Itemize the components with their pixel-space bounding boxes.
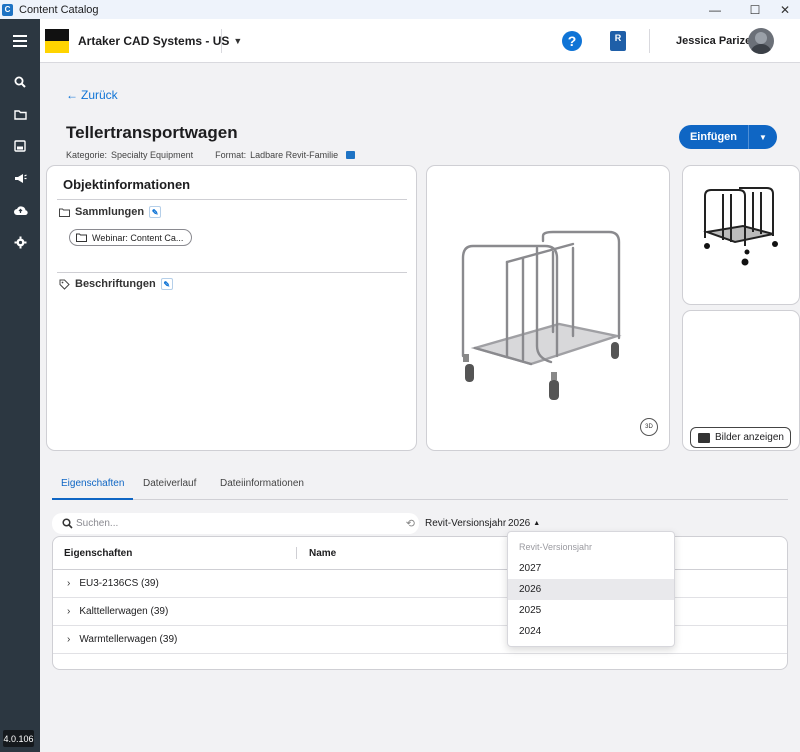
- company-name: Artaker CAD Systems - US: [78, 34, 230, 48]
- show-images-label: Bilder anzeigen: [715, 432, 784, 443]
- dropdown-option[interactable]: 2024: [508, 621, 674, 642]
- divider: [57, 199, 407, 200]
- folder-icon[interactable]: [6, 101, 34, 127]
- trolley-thumbnail: [703, 187, 778, 266]
- folder-icon: [76, 233, 87, 242]
- edit-collections-icon[interactable]: ✎: [149, 206, 162, 218]
- category-label: Kategorie:: [66, 150, 108, 160]
- app-icon: C: [2, 3, 13, 16]
- history-icon[interactable]: ⟲: [406, 517, 415, 530]
- collections-label: Sammlungen: [75, 206, 145, 218]
- save-icon[interactable]: [6, 133, 34, 159]
- insert-options-chevron-icon[interactable]: ▼: [749, 125, 777, 149]
- insert-button[interactable]: Einfügen: [679, 125, 749, 149]
- insert-button-group: Einfügen ▼: [679, 125, 777, 149]
- chevron-right-icon[interactable]: ›: [67, 606, 70, 617]
- edit-tags-icon[interactable]: ✎: [160, 278, 173, 290]
- search-box: ⟲: [52, 513, 419, 534]
- user-name[interactable]: Jessica Parizek: [676, 35, 757, 47]
- company-logo: [45, 29, 69, 53]
- version-badge: 4.0.106: [3, 730, 34, 747]
- revit-version-label: Revit-Versionsjahr: [425, 518, 507, 529]
- tab-file-information[interactable]: Dateiinformationen: [220, 478, 304, 489]
- item-meta: Kategorie: Specialty Equipment Format: L…: [66, 150, 356, 160]
- window-titlebar: C Content Catalog — ☐ ✕: [0, 0, 800, 19]
- 3d-view-icon[interactable]: 3D: [640, 418, 658, 436]
- table-row[interactable]: › EU3-2136CS (39): [53, 570, 787, 598]
- top-header: Artaker CAD Systems - US ▼ ? R Jessica P…: [40, 19, 800, 63]
- details-tabs: Eigenschaften Dateiverlauf Dateiinformat…: [52, 473, 788, 500]
- chevron-right-icon[interactable]: ›: [67, 578, 70, 589]
- header-divider: [221, 29, 222, 53]
- revit-version-value: 2026: [508, 518, 531, 529]
- arrow-left-icon: ←: [66, 88, 78, 102]
- search-input[interactable]: [76, 518, 386, 529]
- search-icon: [62, 518, 73, 529]
- format-value: Ladbare Revit-Familie: [250, 150, 339, 160]
- thumbnail-card[interactable]: [682, 165, 800, 305]
- active-tab-indicator: [52, 498, 133, 500]
- tab-properties[interactable]: Eigenschaften: [61, 478, 124, 489]
- object-info-heading: Objektinformationen: [63, 177, 191, 192]
- maximize-button[interactable]: ☐: [740, 0, 770, 19]
- revit-icon-letter: R: [614, 33, 622, 43]
- revit-version-select[interactable]: 2026 ▲: [508, 518, 540, 529]
- preview-3d-card[interactable]: [426, 165, 670, 451]
- caret-up-icon: ▲: [533, 520, 541, 527]
- row-label: Kalttellerwagen (39): [79, 606, 169, 617]
- properties-table: Eigenschaften Name › EU3-2136CS (39) › K…: [52, 536, 788, 670]
- announce-icon[interactable]: [6, 165, 34, 191]
- category-value: Specialty Equipment: [111, 150, 194, 160]
- settings-icon[interactable]: [6, 229, 34, 255]
- chevron-right-icon[interactable]: ›: [67, 634, 70, 645]
- search-icon[interactable]: [6, 69, 34, 95]
- menu-icon[interactable]: [6, 28, 34, 54]
- folder-icon: [59, 208, 70, 217]
- tags-label: Beschriftungen: [75, 278, 156, 290]
- revit-family-icon: [346, 151, 356, 159]
- cloud-upload-icon[interactable]: [6, 197, 34, 223]
- avatar[interactable]: [748, 28, 774, 54]
- column-properties[interactable]: Eigenschaften: [64, 548, 132, 559]
- header-divider: [649, 29, 650, 53]
- tags-section: Beschriftungen ✎: [59, 278, 173, 290]
- collection-chip-label: Webinar: Content Ca...: [92, 232, 184, 243]
- column-separator: [296, 547, 297, 559]
- table-row[interactable]: › Warmtellerwagen (39): [53, 626, 787, 654]
- help-icon[interactable]: ?: [562, 31, 582, 51]
- row-label: Warmtellerwagen (39): [79, 634, 178, 645]
- page-title: Tellertransportwagen: [66, 123, 238, 142]
- table-row[interactable]: › Kalttellerwagen (39): [53, 598, 787, 626]
- chevron-down-icon: ▼: [233, 36, 243, 46]
- column-name[interactable]: Name: [309, 548, 336, 559]
- format-label: Format:: [215, 150, 247, 160]
- revit-version-dropdown: Revit-Versionsjahr 2027 2026 2025 2024: [507, 531, 675, 647]
- collection-chip[interactable]: Webinar: Content Ca...: [69, 229, 193, 246]
- back-label: Zurück: [81, 88, 118, 102]
- dropdown-option-selected[interactable]: 2026: [508, 579, 674, 600]
- company-selector[interactable]: Artaker CAD Systems - US ▼: [78, 34, 242, 48]
- close-button[interactable]: ✕: [770, 0, 800, 19]
- window-title: Content Catalog: [19, 3, 99, 16]
- collections-section: Sammlungen ✎: [59, 206, 162, 218]
- minimize-button[interactable]: —: [700, 0, 730, 19]
- image-icon: [698, 432, 710, 443]
- dropdown-option[interactable]: 2025: [508, 600, 674, 621]
- left-navigation-rail: [0, 19, 40, 752]
- tag-icon: [59, 279, 70, 290]
- trolley-3d-preview: [461, 230, 622, 400]
- dropdown-header: Revit-Versionsjahr: [519, 542, 593, 552]
- table-header: Eigenschaften Name: [53, 537, 787, 570]
- divider: [57, 272, 407, 273]
- revit-icon[interactable]: R: [610, 31, 626, 51]
- show-images-button[interactable]: Bilder anzeigen: [690, 427, 791, 448]
- dropdown-option[interactable]: 2027: [508, 558, 674, 579]
- object-info-card: Objektinformationen Sammlungen ✎ Webinar…: [46, 165, 417, 451]
- row-label: EU3-2136CS (39): [79, 578, 159, 589]
- back-link[interactable]: ← Zurück: [66, 88, 118, 102]
- tab-file-history[interactable]: Dateiverlauf: [143, 478, 196, 489]
